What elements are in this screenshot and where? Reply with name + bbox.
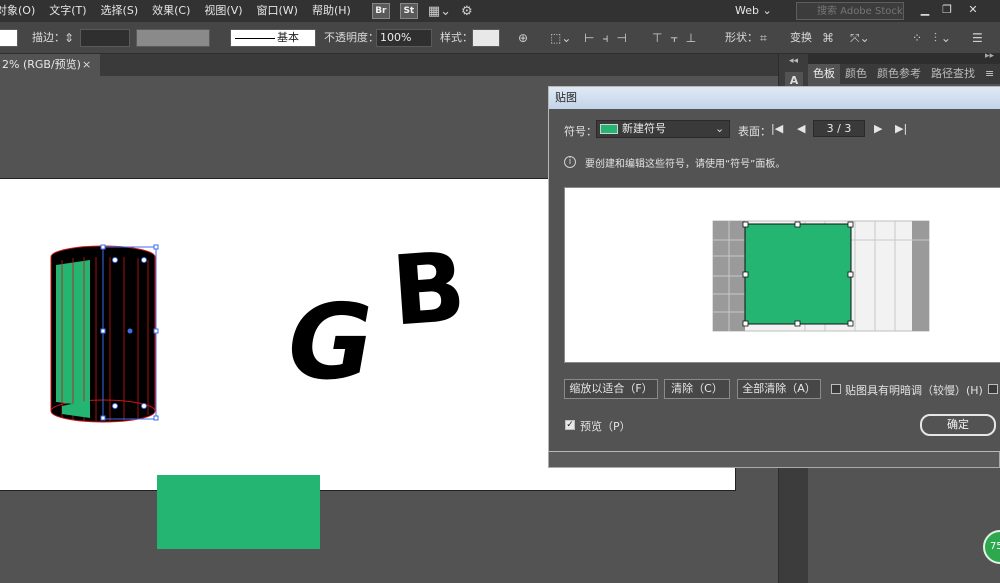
align-to-icon[interactable]: ⬚⌄ xyxy=(550,30,571,46)
close-tab-icon[interactable]: × xyxy=(82,54,91,76)
invisible-geometry-checkbox[interactable] xyxy=(988,384,998,394)
align-vertical-icons[interactable]: ⊤⫟⊥ xyxy=(652,30,704,46)
menu-select[interactable]: 选择(S) xyxy=(94,0,146,22)
document-tab-bar: 2% (RGB/预览) × xyxy=(0,54,778,76)
dialog-backdrop-edge xyxy=(548,452,1000,468)
first-surface-icon[interactable]: |◀ xyxy=(771,122,783,136)
menu-window[interactable]: 窗口(W) xyxy=(250,0,305,22)
preview-label: 预览（P） xyxy=(580,420,631,433)
tab-color[interactable]: 颜色 xyxy=(840,64,872,84)
style-label: 样式： xyxy=(440,31,473,44)
puppet-warp-icon[interactable]: ⤧⌄ xyxy=(850,30,870,46)
transform-label[interactable]: 变换 xyxy=(790,22,812,54)
surface-map-preview[interactable] xyxy=(565,188,1000,364)
stock-button[interactable]: St xyxy=(399,3,418,19)
letter-b: B xyxy=(388,231,469,348)
green-rectangle[interactable] xyxy=(157,475,320,549)
menu-effect[interactable]: 效果(C) xyxy=(145,0,197,22)
cylinder-object[interactable] xyxy=(40,230,170,430)
symbol-select[interactable]: 新建符号 ⌄ xyxy=(596,120,730,138)
next-surface-icon[interactable]: ▶ xyxy=(874,122,882,136)
shade-artwork-label: 贴图具有明暗调（较慢）(H) xyxy=(845,384,983,397)
fit-button[interactable]: 缩放以适合（F） xyxy=(564,379,658,399)
opacity-label: 不透明度： xyxy=(324,31,379,44)
tab-color-guide[interactable]: 颜色参考 xyxy=(872,64,926,84)
dialog-title-bar[interactable]: 贴图 xyxy=(549,87,1000,109)
brush-definition-select[interactable]: 基本 xyxy=(230,29,316,47)
document-tab[interactable]: 2% (RGB/预览) × xyxy=(0,54,100,76)
stock-search-input[interactable] xyxy=(796,2,904,20)
recolor-artwork-icon[interactable]: ⊕ xyxy=(518,30,528,46)
surface-field[interactable]: 3 / 3 xyxy=(813,120,865,137)
graphic-style-select[interactable] xyxy=(472,29,500,47)
gpu-performance-icon[interactable]: ⚙ xyxy=(461,4,473,19)
preview-checkbox[interactable]: ✓ xyxy=(565,420,575,430)
collapse-strip-icon[interactable]: ◂◂ xyxy=(789,56,798,66)
info-icon: i xyxy=(564,156,576,168)
fill-swatch[interactable] xyxy=(0,29,18,47)
workspace-switcher[interactable]: Web ⌄ xyxy=(735,2,772,20)
menu-type[interactable]: 文字(T) xyxy=(42,0,93,22)
clear-all-button[interactable]: 全部清除（A） xyxy=(737,379,821,399)
bridge-button[interactable]: Br xyxy=(371,3,390,19)
dialog-title: 贴图 xyxy=(555,91,577,104)
symbol-swatch xyxy=(600,124,618,134)
tab-swatches[interactable]: 色板 xyxy=(808,64,840,84)
stroke-style-label: 基本 xyxy=(277,31,299,44)
ok-button[interactable]: 确定 xyxy=(920,414,996,436)
variable-width-profile[interactable] xyxy=(136,29,210,47)
shape-label[interactable]: 形状： xyxy=(725,22,758,54)
document-tab-label: 2% (RGB/预览) xyxy=(2,58,81,71)
panel-collapse-icon[interactable]: ▸▸ xyxy=(985,51,994,61)
map-art-dialog: 贴图 符号： 新建符号 ⌄ 表面： |◀ ◀ 3 / 3 ▶ ▶| i 要创建和… xyxy=(548,86,1000,452)
stroke-weight-field[interactable] xyxy=(80,29,130,47)
menu-view[interactable]: 视图(V) xyxy=(197,0,249,22)
panel-header: ▸▸ xyxy=(808,51,1000,64)
stroke-weight-stepper-icon[interactable]: ⇕ xyxy=(64,30,74,46)
previous-surface-icon[interactable]: ◀ xyxy=(797,122,805,136)
shape-icon[interactable]: ⌗ xyxy=(760,30,767,46)
menu-help[interactable]: 帮助(H) xyxy=(305,0,358,22)
shade-artwork-checkbox[interactable] xyxy=(831,384,841,394)
surface-preview[interactable] xyxy=(564,187,1000,363)
surface-label: 表面： xyxy=(738,125,771,138)
isolate-icon[interactable]: ⌘ xyxy=(822,30,834,46)
symbol-name: 新建符号 xyxy=(622,122,666,135)
chevron-down-icon: ⌄ xyxy=(715,122,725,135)
control-bar: 描边： ⇕ 基本 不透明度： 100% 样式： ⊕ ⬚⌄ ⊢⫞⊣ ⊤⫟⊥ 形状：… xyxy=(0,22,1000,54)
clear-button[interactable]: 清除（C） xyxy=(664,379,730,399)
tab-pathfinder[interactable]: 路径查找 xyxy=(926,64,980,84)
opacity-field[interactable]: 100% xyxy=(376,29,432,47)
stroke-label: 描边： xyxy=(32,31,65,44)
workspace-label: Web xyxy=(735,4,759,17)
arrange-icons[interactable]: ⁘ ⫶⌄ xyxy=(912,30,955,46)
panel-tab-group: 色板 颜色 颜色参考 路径查找 xyxy=(808,64,1000,84)
symbol-label: 符号： xyxy=(564,125,597,138)
arrange-documents-icon[interactable]: ▦⌄ xyxy=(428,4,451,19)
letter-g: G xyxy=(280,282,383,390)
stroke-line-preview xyxy=(235,38,275,39)
close-window-icon[interactable]: ✕ xyxy=(962,2,984,18)
info-text: 要创建和编辑这些符号，请使用“符号”面板。 xyxy=(585,159,786,170)
restore-icon[interactable]: ❐ xyxy=(936,2,958,18)
menu-object[interactable]: 对象(O) xyxy=(0,0,42,22)
align-horizontal-icons[interactable]: ⊢⫞⊣ xyxy=(584,30,635,46)
minimize-icon[interactable]: ▁ xyxy=(914,2,936,18)
panel-menu-icon[interactable]: ≡ xyxy=(985,64,994,84)
control-panel-menu-icon[interactable]: ☰ xyxy=(972,30,983,46)
last-surface-icon[interactable]: ▶| xyxy=(895,122,907,136)
gb-lettering[interactable]: G B xyxy=(280,230,480,390)
